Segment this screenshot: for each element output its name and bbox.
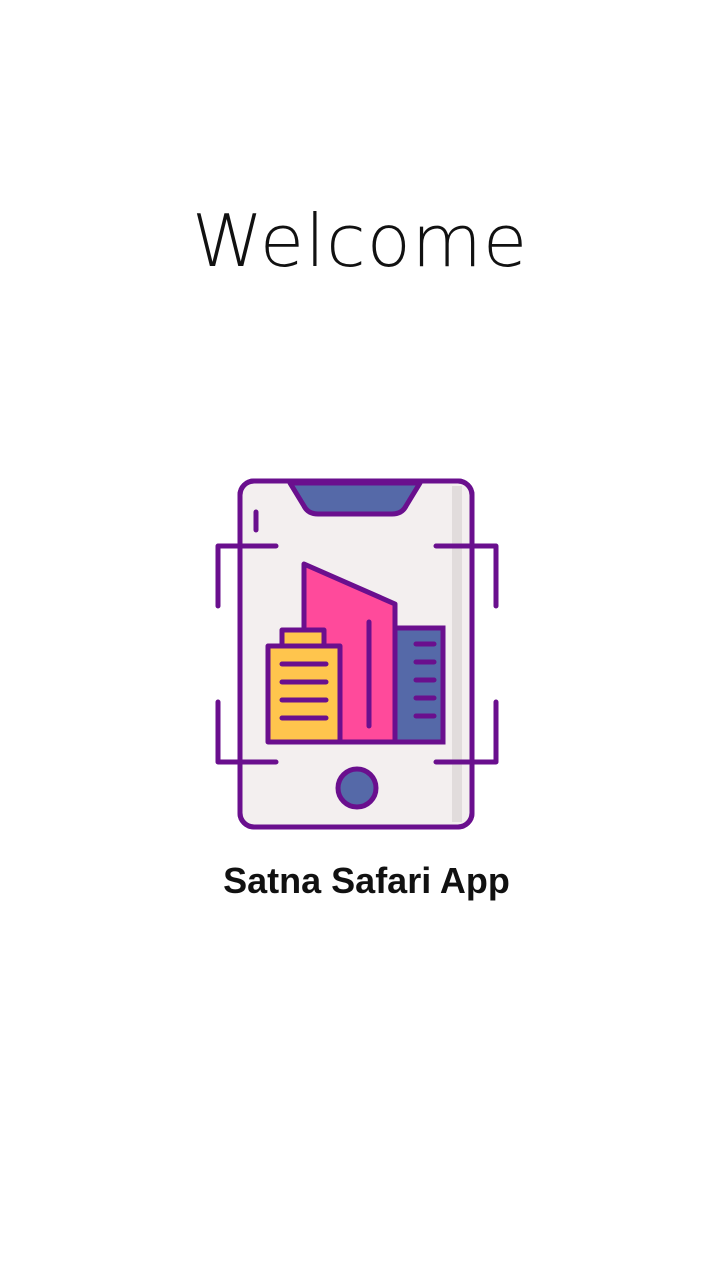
phone-notch (287, 480, 423, 517)
app-logo (212, 476, 504, 834)
app-name: Satna Safari App (223, 860, 510, 901)
welcome-title: Welcome (191, 199, 529, 283)
welcome-screen: Welcome Satna Safari App (0, 0, 703, 1280)
smartphone-city-buildings-icon (215, 478, 499, 830)
phone-home-button (335, 766, 379, 810)
